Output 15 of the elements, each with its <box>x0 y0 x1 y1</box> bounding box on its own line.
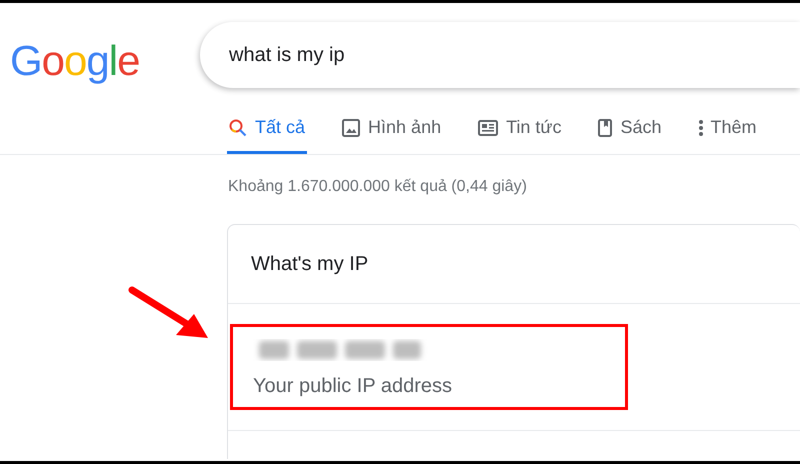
card-title: What's my IP <box>251 253 368 276</box>
result-stats: Khoảng 1.670.000.000 kết quả (0,44 giây) <box>228 178 527 195</box>
search-field[interactable]: what is my ip <box>200 22 800 88</box>
google-logo[interactable]: Google <box>0 37 200 85</box>
tab[interactable]: Hình ảnh <box>340 88 444 154</box>
more-icon <box>698 120 703 136</box>
tab[interactable]: Tin tức <box>476 88 564 154</box>
tab[interactable]: Sách <box>596 88 664 154</box>
tab[interactable]: Tất cả <box>227 88 308 154</box>
search-icon <box>229 118 247 136</box>
book-icon <box>598 118 612 136</box>
tab[interactable]: Thêm <box>696 88 759 154</box>
news-icon <box>478 120 498 136</box>
image-icon <box>342 118 360 136</box>
ip-caption: Your public IP address <box>253 375 454 398</box>
